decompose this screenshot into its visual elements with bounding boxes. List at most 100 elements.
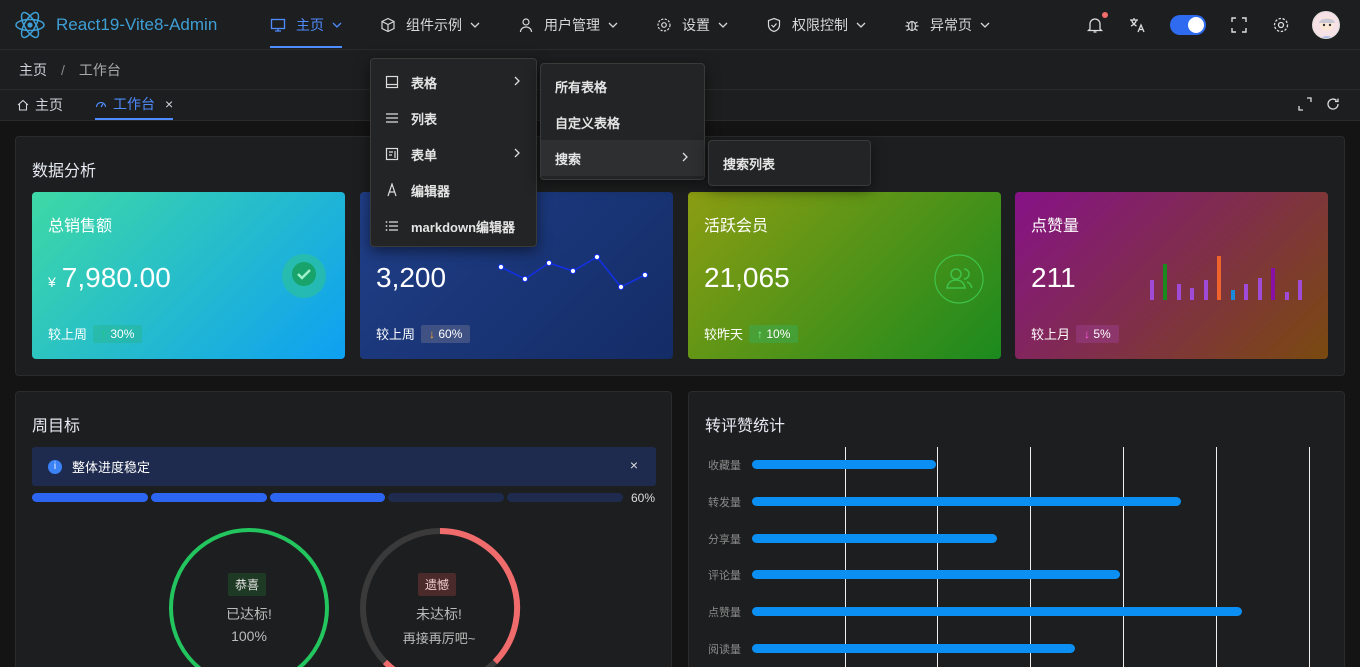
card-footer: 较上周 ↑ 30% [48,324,143,343]
chevron-down-icon [332,22,342,28]
refresh-icon[interactable] [1326,97,1340,111]
bar [752,496,1181,506]
progress-segment-filled [151,493,267,502]
menu-item-errors[interactable]: 异常页 [904,0,990,50]
search-submenu: 搜索列表 [708,140,871,186]
chevron-right-icon [514,148,520,158]
arrow-down-icon: ↓ [1084,326,1091,341]
menu-item-home[interactable]: 主页 [270,0,342,50]
sales-card[interactable]: 总销售额 ¥7,980.00 较上周 ↑ 30% [32,192,345,359]
chevron-down-icon [718,22,728,28]
top-navbar: React19-Vite8-Admin 主页 组件示例 用户管理 设置 权限控制 [0,0,1360,50]
logo[interactable]: React19-Vite8-Admin [0,9,255,41]
card-value: 3,200 [376,262,447,293]
menu-item-settings[interactable]: 设置 [656,0,728,50]
fail-text: 未达标! [416,606,462,622]
dropdown-label: markdown编辑器 [411,219,516,235]
react-logo-icon [15,11,45,38]
currency-symbol: ¥ [48,274,56,290]
card-compare: 较上周 [48,327,88,342]
active-members-card[interactable]: 活跃会员 21,065 较昨天 ↑ 10% [688,192,1001,359]
card-title: 点赞量 [1031,218,1080,235]
fail-tag: 遗憾 [418,573,457,596]
close-icon[interactable]: × [165,96,173,112]
success-tag: 恭喜 [228,573,267,596]
visits-line-chart [497,253,649,291]
breadcrumb-root[interactable]: 主页 [19,60,47,80]
bar-label: 评论量 [708,570,741,583]
home-icon [17,99,29,111]
card-title: 活跃会员 [704,218,769,235]
wechat-pay-icon [282,254,326,298]
dashboard-icon [95,101,107,108]
grid-line [1030,447,1031,667]
dropdown-item-form[interactable]: 表单 [371,136,536,172]
dropdown-label: 搜索 [555,151,582,167]
breadcrumb-separator: / [61,61,65,78]
shield-icon [767,17,781,32]
chevron-down-icon [608,22,618,28]
menu-label: 主页 [296,16,324,33]
theme-toggle[interactable] [1170,15,1206,35]
dropdown-item-editor[interactable]: 编辑器 [371,172,536,208]
progress-segment-filled [32,493,148,502]
grid-line [937,447,938,667]
users-icon [934,254,984,304]
dropdown-item-markdown[interactable]: markdown编辑器 [371,208,536,244]
dropdown-item-table[interactable]: 表格 [371,64,536,100]
trend-value: 5% [1093,326,1111,341]
table-submenu: 所有表格 自定义表格 搜索 [540,63,705,180]
success-ring [169,528,329,667]
tab-tools [1284,97,1340,111]
tab-dashboard[interactable]: 工作台 × [95,90,174,120]
submenu-item-custom-table[interactable]: 自定义表格 [541,104,704,140]
menu-item-permissions[interactable]: 权限控制 [766,0,866,50]
card-compare: 较上周 [376,327,416,342]
user-icon [519,17,533,32]
submenu-item-search-list[interactable]: 搜索列表 [709,145,870,181]
trend-chip: ↑ 30% [93,324,143,343]
notification-button[interactable] [1086,12,1108,34]
bar-label: 收藏量 [708,460,741,472]
trend-chip: ↓ 60% [421,324,471,343]
dropdown-label: 列表 [411,111,438,127]
progress-alert: i 整体进度稳定 × [32,447,656,486]
dropdown-item-list[interactable]: 列表 [371,100,536,136]
menu-item-users[interactable]: 用户管理 [518,0,618,50]
settings-button[interactable] [1272,16,1290,34]
main-menu: 主页 组件示例 用户管理 设置 权限控制 异常页 [255,0,990,50]
language-button[interactable] [1128,16,1146,34]
bar [752,570,1120,580]
avatar[interactable] [1312,11,1340,39]
menu-item-components[interactable]: 组件示例 [380,0,480,50]
likes-card[interactable]: 点赞量 211 较上月 ↓ 5% [1015,192,1328,359]
chevron-down-icon [856,22,866,28]
fail-hint: 再接再厉吧~ [402,631,476,646]
card-footer: 较上周 ↓ 60% [376,324,471,343]
progress-segment-empty [507,493,623,502]
bar [752,644,1076,653]
fullscreen-button[interactable] [1230,16,1248,34]
card-footer: 较昨天 ↑ 10% [704,324,799,343]
progress-percent: 60% [631,491,656,505]
close-icon[interactable]: × [630,457,638,473]
bar [752,607,1243,617]
submenu-item-search[interactable]: 搜索 [541,140,704,176]
bar-label: 转发量 [708,496,741,509]
grid-line [1123,447,1124,667]
submenu-item-all-tables[interactable]: 所有表格 [541,68,704,104]
dropdown-label: 表单 [411,147,438,163]
cube-icon [381,17,395,32]
panel-title: 转评赞统计 [705,418,786,435]
tab-label: 工作台 [113,96,155,112]
weekly-goal-panel: 周目标 [15,391,672,667]
tab-label: 主页 [35,97,63,113]
moon-icon [1188,17,1204,33]
grid-line [845,447,846,667]
chevron-right-icon [514,76,520,86]
expand-icon[interactable] [1298,97,1312,111]
tab-home[interactable]: 主页 [17,90,63,120]
arrow-down-icon: ↓ [429,326,436,341]
trend-value: 30% [110,326,135,341]
home-dropdown-menu: 表格 列表 表单 编辑器 markdown编辑器 [370,58,537,247]
